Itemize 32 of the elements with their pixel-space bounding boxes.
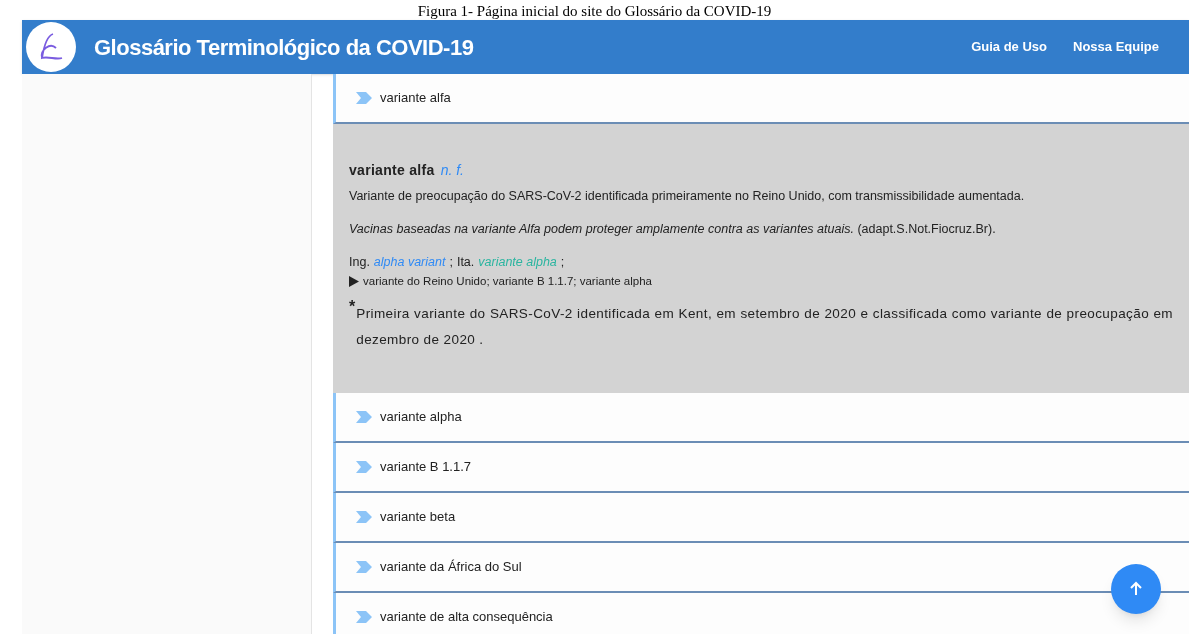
separator: ;	[449, 253, 453, 271]
figure-caption: Figura 1- Página inicial do site do Glossário da COVID-19	[417, 2, 772, 20]
equivalent-term: alpha variant	[373, 253, 446, 271]
grammar-label: n. f.	[440, 161, 464, 180]
logo-icon	[26, 22, 76, 72]
language-label: Ita.	[456, 253, 475, 271]
example-sentence: Vacinas baseadas na variante Alfa podem proteger amplamente contra as variantes atuais.	[349, 221, 854, 236]
separator: ;	[560, 253, 565, 271]
chevron-icon	[356, 410, 372, 423]
nav-link[interactable]: Nossa Equipe	[1073, 37, 1159, 57]
language-label: Ing.	[349, 253, 370, 271]
equivalent-term: variante alpha	[478, 253, 557, 271]
entry-item[interactable]: variante alpha	[333, 392, 1189, 443]
chevron-icon	[356, 92, 372, 104]
play-icon	[349, 276, 359, 288]
note-mark: *	[349, 298, 356, 315]
source-text: (adapt.S.Not.Fiocruz.Br).	[857, 221, 996, 236]
synonyms-text: variante do Reino Unido; variante B 1.1.7; variante alpha	[363, 274, 652, 290]
entry-item[interactable]: variante B 1.1.7	[333, 442, 1189, 493]
definition-text: Variante de preocupação do SARS-CoV-2 identificada primeiramente no Reino Unido, com transmissibilidade aumentada.	[349, 188, 1026, 205]
entry-item[interactable]: variante da África do Sul	[333, 542, 1189, 593]
chevron-icon	[356, 560, 372, 573]
chevron-icon	[356, 510, 372, 523]
note-text: Primeira variante do SARS-CoV-2 identificada em Kent, em setembro de 2020 e classificada como variante de preocupação em dezembro de 2020 .	[356, 304, 1173, 349]
chevron-icon	[356, 460, 372, 473]
entry-item[interactable]: variante beta	[333, 492, 1189, 543]
arrow-up-icon	[1128, 581, 1144, 597]
nav-link[interactable]: Guia de Uso	[971, 37, 1048, 57]
headword: variante alfa	[349, 161, 435, 180]
entry-item[interactable]: variante alfa	[333, 74, 1189, 124]
site-title: Glossário Terminológico da COVID-19	[94, 33, 474, 62]
chevron-icon	[356, 610, 372, 623]
